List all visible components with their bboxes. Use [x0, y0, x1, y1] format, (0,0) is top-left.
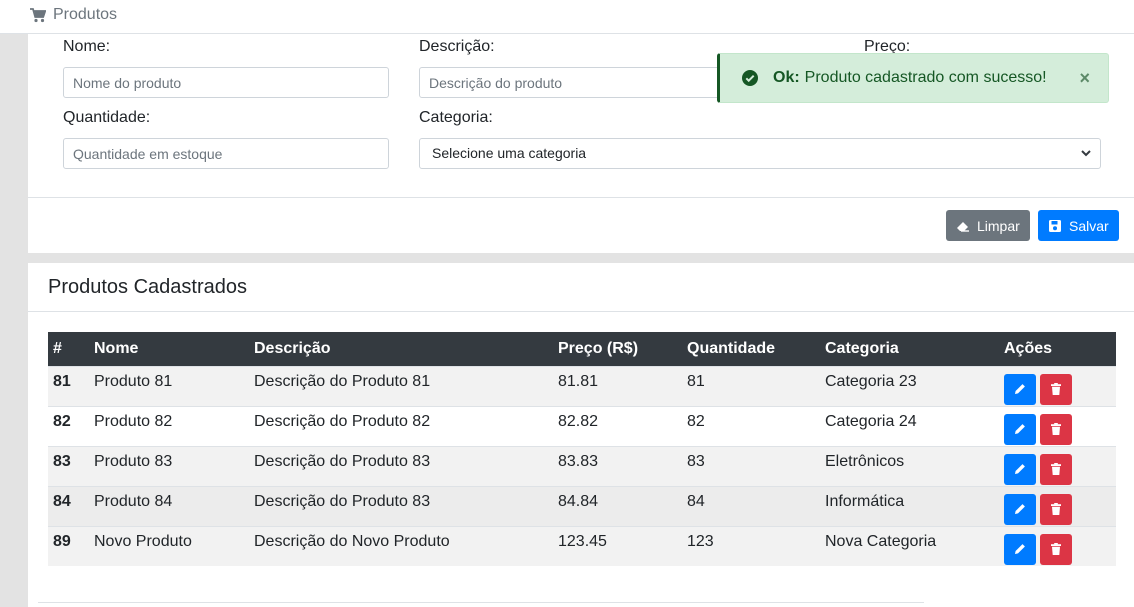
page-title: Produtos [53, 6, 118, 23]
delete-button[interactable] [1040, 413, 1072, 445]
close-icon[interactable]: × [1079, 68, 1090, 89]
check-circle-icon [742, 70, 758, 86]
salvar-label: Salvar [1069, 217, 1109, 234]
pencil-icon [1015, 544, 1025, 555]
col-acoes: Ações [1004, 339, 1053, 357]
cell-descricao: Descrição do Novo Produto [254, 533, 450, 551]
trash-icon [1051, 423, 1061, 435]
delete-button[interactable] [1040, 373, 1072, 405]
delete-button[interactable] [1040, 533, 1072, 565]
nome-input[interactable] [63, 67, 389, 98]
cell-categoria: Categoria 23 [825, 373, 917, 390]
cell-preco: 84.84 [558, 493, 599, 510]
categoria-label: Categoria: [419, 109, 493, 126]
edit-button[interactable] [1004, 373, 1036, 405]
cell-quantidade: 83 [687, 453, 705, 470]
cell-id: 89 [53, 533, 71, 551]
col-quantidade: Quantidade [687, 339, 776, 357]
cell-descricao: Descrição do Produto 82 [254, 413, 431, 430]
trash-icon [1051, 463, 1061, 475]
success-alert: Ok: Produto cadastrado com sucesso! × [717, 53, 1109, 103]
products-table: # Nome Descrição Preço (R$) Quantidade C… [48, 332, 1116, 566]
top-bar: Produtos [0, 0, 1134, 34]
col-nome: Nome [94, 339, 139, 357]
col-descricao: Descrição [254, 339, 331, 357]
cell-categoria: Eletrônicos [825, 453, 905, 470]
cell-preco: 81.81 [558, 373, 599, 390]
page-header: Produtos [30, 6, 117, 24]
categoria-select[interactable]: Selecione uma categoria [419, 138, 1101, 169]
alert-message: Produto cadastrado com sucesso! [804, 69, 1047, 86]
cell-id: 82 [53, 413, 71, 430]
pencil-icon [1015, 384, 1025, 394]
descricao-input[interactable] [419, 67, 749, 98]
cell-quantidade: 81 [687, 373, 705, 390]
cell-nome: Produto 83 [94, 453, 173, 470]
cell-nome: Novo Produto [94, 533, 192, 551]
form-footer-divider [28, 197, 1134, 198]
edit-button[interactable] [1004, 493, 1036, 525]
cell-categoria: Informática [825, 493, 905, 510]
cell-quantidade: 82 [687, 413, 705, 430]
cell-preco: 83.83 [558, 453, 599, 470]
col-categoria: Categoria [825, 339, 899, 357]
table-header-row: # Nome Descrição Preço (R$) Quantidade C… [48, 332, 1116, 366]
cell-id: 83 [53, 453, 71, 470]
chevron-down-icon [1081, 150, 1091, 157]
limpar-label: Limpar [977, 217, 1020, 234]
pencil-icon [1015, 424, 1025, 434]
trash-icon [1051, 383, 1061, 395]
descricao-label: Descrição: [419, 38, 495, 55]
cart-icon [30, 7, 46, 22]
table-row: 89 Novo Produto Descrição do Novo Produt… [48, 526, 1116, 566]
edit-button[interactable] [1004, 533, 1036, 565]
cell-categoria: Nova Categoria [825, 533, 937, 551]
save-icon [1049, 219, 1061, 232]
salvar-button[interactable]: Salvar [1038, 210, 1119, 241]
pencil-icon [1015, 464, 1025, 474]
pencil-icon [1015, 504, 1025, 514]
delete-button[interactable] [1040, 493, 1072, 525]
edit-button[interactable] [1004, 453, 1036, 485]
cell-quantidade: 84 [687, 493, 705, 510]
cell-nome: Produto 81 [94, 373, 173, 390]
cell-categoria: Categoria 24 [825, 413, 917, 430]
table-row: 83 Produto 83 Descrição do Produto 83 83… [48, 446, 1116, 486]
nome-label: Nome: [63, 38, 111, 55]
cell-preco: 82.82 [558, 413, 599, 430]
categoria-select-value: Selecione uma categoria [432, 145, 587, 161]
cell-descricao: Descrição do Produto 81 [254, 373, 431, 390]
alert-strong: Ok: [773, 69, 800, 86]
quantidade-label: Quantidade: [63, 109, 151, 126]
sidebar-gutter [0, 34, 28, 607]
cell-nome: Produto 82 [94, 413, 173, 430]
section-gap [28, 253, 1134, 263]
edit-button[interactable] [1004, 413, 1036, 445]
cell-quantidade: 123 [687, 533, 714, 551]
list-title: Produtos Cadastrados [48, 276, 248, 298]
cell-descricao: Descrição do Produto 83 [254, 453, 431, 470]
table-row: 82 Produto 82 Descrição do Produto 82 82… [48, 406, 1116, 446]
limpar-button[interactable]: Limpar [946, 210, 1030, 241]
cell-id: 81 [53, 373, 71, 390]
quantidade-input[interactable] [63, 138, 389, 169]
trash-icon [1051, 503, 1061, 515]
cell-descricao: Descrição do Produto 83 [254, 493, 431, 510]
trash-icon [1051, 543, 1061, 556]
col-preco: Preço (R$) [558, 339, 639, 357]
table-row: 84 Produto 84 Descrição do Produto 83 84… [48, 486, 1116, 526]
list-title-divider [28, 311, 1134, 312]
cell-id: 84 [53, 493, 71, 510]
delete-button[interactable] [1040, 453, 1072, 485]
cell-nome: Produto 84 [94, 493, 173, 510]
table-row: 81 Produto 81 Descrição do Produto 81 81… [48, 366, 1116, 406]
col-id: # [53, 339, 62, 357]
eraser-icon [957, 221, 969, 232]
scroll-divider [38, 602, 924, 603]
cell-preco: 123.45 [558, 533, 607, 551]
